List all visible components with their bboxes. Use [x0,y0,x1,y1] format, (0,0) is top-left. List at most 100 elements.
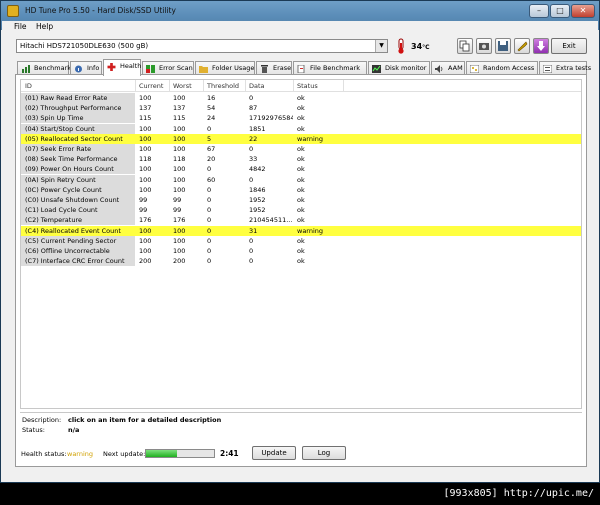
cell-id: (07) Seek Error Rate [21,144,135,154]
tab-extra-tests[interactable]: Extra tests [539,61,591,75]
cell-current: 176 [139,216,152,225]
cell-worst: 99 [173,206,182,215]
cell-data: 22 [249,134,258,143]
exit-button[interactable]: Exit [551,38,587,54]
cell-status: ok [297,114,305,123]
table-row[interactable]: (01) Raw Read Error Rate 100 100 16 0 ok [21,93,581,103]
update-button[interactable]: Update [252,446,296,460]
table-row[interactable]: (0A) Spin Retry Count 100 100 60 0 ok [21,174,581,185]
cell-threshold: 67 [207,145,216,153]
table-row[interactable]: (C6) Offline Uncorrectable 100 100 0 0 ok [21,246,581,256]
column-current[interactable]: Current [139,82,163,90]
cell-current: 100 [139,94,152,102]
divider [20,412,582,413]
cell-worst: 100 [173,165,186,174]
menu-help[interactable]: Help [36,22,53,31]
chevron-down-icon[interactable]: ▼ [375,40,387,52]
health-status-value: warning [67,450,94,458]
cell-status: ok [297,155,305,164]
cell-worst: 100 [173,236,186,245]
status-value: n/a [68,426,80,434]
tab-random-access-label: Random Access [483,64,535,72]
table-row[interactable]: (07) Seek Error Rate 100 100 67 0 ok [21,144,581,154]
cell-threshold: 20 [207,155,216,164]
table-row[interactable]: (C0) Unsafe Shutdown Count 99 99 0 1952 ok [21,195,581,205]
cell-worst: 99 [173,196,182,204]
download-arrow-icon[interactable] [533,38,549,54]
minimize-button[interactable]: – [529,4,549,18]
tab-file-benchmark[interactable]: File Benchmark [293,61,367,75]
table-header: ID Current Worst Threshold Data Status [21,80,581,92]
cell-id: (09) Power On Hours Count [21,164,135,175]
tab-error-scan[interactable]: Error Scan [142,61,194,75]
options-wrench-icon[interactable] [514,38,530,54]
copy-icon[interactable] [457,38,473,54]
cell-worst: 100 [173,124,186,133]
benchmark-icon [22,65,30,73]
cell-threshold: 60 [207,175,216,184]
column-id[interactable]: ID [25,82,32,90]
table-row[interactable]: (C1) Load Cycle Count 99 99 0 1952 ok [21,205,581,216]
column-status[interactable]: Status [297,82,318,90]
screenshot-icon[interactable] [476,38,492,54]
maximize-button[interactable]: □ [550,4,570,18]
save-icon[interactable] [495,38,511,54]
update-progress-bar [145,449,215,458]
cell-worst: 137 [173,104,186,113]
title-bar[interactable]: HD Tune Pro 5.50 - Hard Disk/SSD Utility… [1,1,599,21]
tab-folder-usage[interactable]: Folder Usage [195,61,255,75]
tab-info[interactable]: Info [70,61,102,75]
column-data[interactable]: Data [249,82,265,90]
table-row[interactable]: (C7) Interface CRC Error Count 200 200 0 0 ok [21,256,581,267]
cell-threshold: 0 [207,165,212,174]
table-row[interactable]: (09) Power On Hours Count 100 100 0 4842 ok [21,164,581,175]
tab-erase[interactable]: Erase [256,61,292,75]
app-window: HD Tune Pro 5.50 - Hard Disk/SSD Utility… [0,0,600,483]
next-update-label: Next update: [103,450,146,458]
cell-current: 115 [139,114,152,123]
status-label: Status: [22,426,45,434]
column-threshold[interactable]: Threshold [207,82,239,90]
cell-status: ok [297,236,305,245]
tab-strip: Benchmark Info Health Error Scan Folder … [15,59,591,76]
cell-status: warning [297,134,324,143]
cell-current: 100 [139,145,152,153]
cell-id: (C7) Interface CRC Error Count [21,256,135,267]
cell-worst: 176 [173,216,186,225]
menu-bar: File Help [2,21,598,34]
cell-worst: 100 [173,226,186,235]
cell-id: (C5) Current Pending Sector [21,235,135,246]
log-button[interactable]: Log [302,446,346,460]
table-row[interactable]: (05) Reallocated Sector Count 100 100 5 22 wa… [21,133,581,144]
cell-status: ok [297,94,305,102]
tab-benchmark[interactable]: Benchmark [17,61,71,75]
drive-select[interactable]: Hitachi HDS721050DLE630 (500 gB) ▼ [16,39,388,53]
tab-disk-monitor[interactable]: Disk monitor [368,61,430,75]
table-row[interactable]: (08) Seek Time Performance 118 118 20 33 ok [21,154,581,165]
tab-health[interactable]: Health [103,59,141,76]
close-button[interactable]: ✕ [571,4,595,18]
table-row[interactable]: (C4) Reallocated Event Count 100 100 0 31 war… [21,225,581,236]
cell-data: 0 [249,236,254,245]
cell-status: ok [297,175,305,184]
cell-data: 4842 [249,165,266,174]
cell-current: 100 [139,236,152,245]
table-row[interactable]: (C5) Current Pending Sector 100 100 0 0 ok [21,235,581,246]
cell-worst: 200 [173,257,186,266]
column-worst[interactable]: Worst [173,82,192,90]
tab-aam[interactable]: AAM [431,61,465,75]
table-row[interactable]: (03) Spin Up Time 115 115 24 17192976584 ok [21,113,581,124]
menu-file[interactable]: File [14,22,27,31]
smart-attributes-table[interactable]: ID Current Worst Threshold Data Status (… [20,79,582,409]
table-row[interactable]: (02) Throughput Performance 137 137 54 87 ok [21,103,581,114]
table-row[interactable]: (0C) Power Cycle Count 100 100 0 1846 ok [21,184,581,195]
tab-extra-tests-label: Extra tests [556,64,592,72]
tab-random-access[interactable]: Random Access [466,61,538,75]
cell-status: ok [297,185,305,194]
table-row[interactable]: (C2) Temperature 176 176 0 210454511... ok [21,215,581,226]
temperature-readout: 34°C [411,42,430,51]
cell-threshold: 24 [207,114,216,123]
cell-id: (02) Throughput Performance [21,103,135,114]
table-row[interactable]: (04) Start/Stop Count 100 100 0 1851 ok [21,123,581,134]
cell-current: 100 [139,165,152,174]
